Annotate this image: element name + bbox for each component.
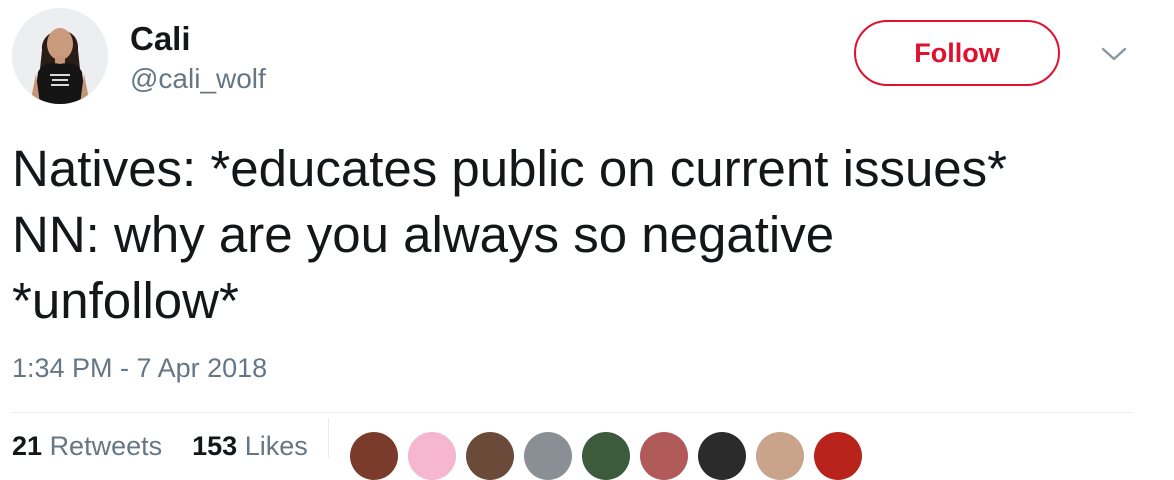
tweet-line: NN: why are you always so negative [12, 206, 835, 263]
liker-avatar[interactable] [640, 432, 688, 480]
liker-avatar[interactable] [524, 432, 572, 480]
chevron-down-icon[interactable] [1100, 44, 1128, 64]
likes-count[interactable]: 153 [192, 431, 237, 461]
tweet-text: Natives: *educates public on current iss… [12, 136, 1152, 334]
liker-avatar[interactable] [756, 432, 804, 480]
divider [12, 412, 1132, 413]
tweet-timestamp[interactable]: 1:34 PM - 7 Apr 2018 [12, 352, 267, 384]
liker-avatar[interactable] [698, 432, 746, 480]
liker-avatar[interactable] [408, 432, 456, 480]
liker-avatar[interactable] [350, 432, 398, 480]
liker-avatar[interactable] [582, 432, 630, 480]
tweet-header: Cali @cali_wolf Follow [12, 8, 1162, 108]
liker-avatar[interactable] [466, 432, 514, 480]
author-name[interactable]: Cali [130, 20, 191, 58]
liker-avatar[interactable] [814, 432, 862, 480]
likes-label[interactable]: Likes [245, 431, 308, 461]
avatar[interactable] [12, 8, 108, 104]
stats-divider [328, 418, 329, 458]
tweet-line: *unfollow* [12, 272, 239, 329]
author-handle[interactable]: @cali_wolf [130, 63, 266, 95]
profile-photo-icon [12, 8, 108, 104]
retweets-label[interactable]: Retweets [50, 431, 163, 461]
follow-button[interactable]: Follow [854, 20, 1060, 86]
tweet-stats: 21 Retweets 153 Likes [12, 430, 308, 470]
tweet-line: Natives: *educates public on current iss… [12, 140, 1008, 197]
retweets-count[interactable]: 21 [12, 431, 42, 461]
